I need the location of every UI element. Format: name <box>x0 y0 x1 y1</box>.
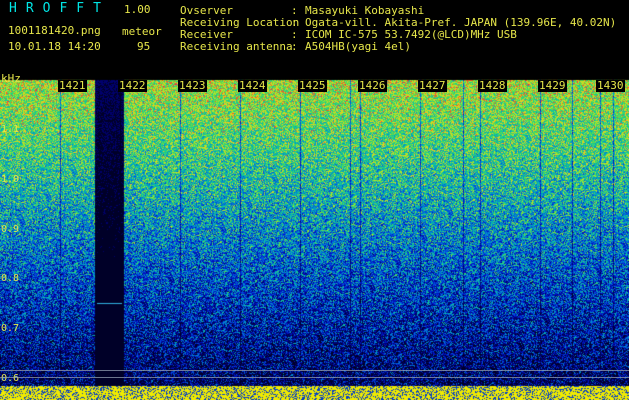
minute-label: 1425 <box>298 79 327 92</box>
antenna-label: Receiving antenna <box>180 40 293 53</box>
antenna-sep: : <box>291 40 298 53</box>
detection-mode: meteor <box>122 25 162 38</box>
y-tick-label: 0.6 <box>1 373 20 384</box>
minute-label: 1428 <box>478 79 507 92</box>
echo-count: 95 <box>137 40 151 53</box>
minute-label: 1429 <box>538 79 567 92</box>
reference-line <box>0 377 629 378</box>
reference-line <box>0 370 629 371</box>
y-tick-label: 0.9 <box>1 224 20 235</box>
minute-label: 1424 <box>238 79 267 92</box>
minute-label: 1427 <box>418 79 447 92</box>
y-tick-label: 1.0 <box>1 174 20 185</box>
hrofft-window: HROFFT 1.00 1001181420.png 10.01.18 14:2… <box>0 0 629 400</box>
antenna-value: A504HB(yagi 4el) <box>305 40 411 53</box>
minute-label: 1426 <box>358 79 387 92</box>
file-name: 1001181420.png <box>8 24 101 37</box>
minute-label: 1422 <box>118 79 147 92</box>
capture-datetime: 10.01.18 14:20 <box>8 40 101 53</box>
spectrogram-canvas <box>0 78 629 400</box>
app-version: 1.00 <box>124 3 151 16</box>
spectrogram-panel <box>0 78 629 400</box>
minute-label: 1430 <box>596 79 625 92</box>
y-axis-unit: kHz <box>1 72 21 85</box>
y-tick-label: 1.1 <box>1 124 20 135</box>
minute-label: 1423 <box>178 79 207 92</box>
minute-label: 1421 <box>58 79 87 92</box>
app-logo: HROFFT <box>9 1 110 16</box>
y-tick-label: 0.7 <box>1 323 20 334</box>
y-tick-label: 0.8 <box>1 273 20 284</box>
